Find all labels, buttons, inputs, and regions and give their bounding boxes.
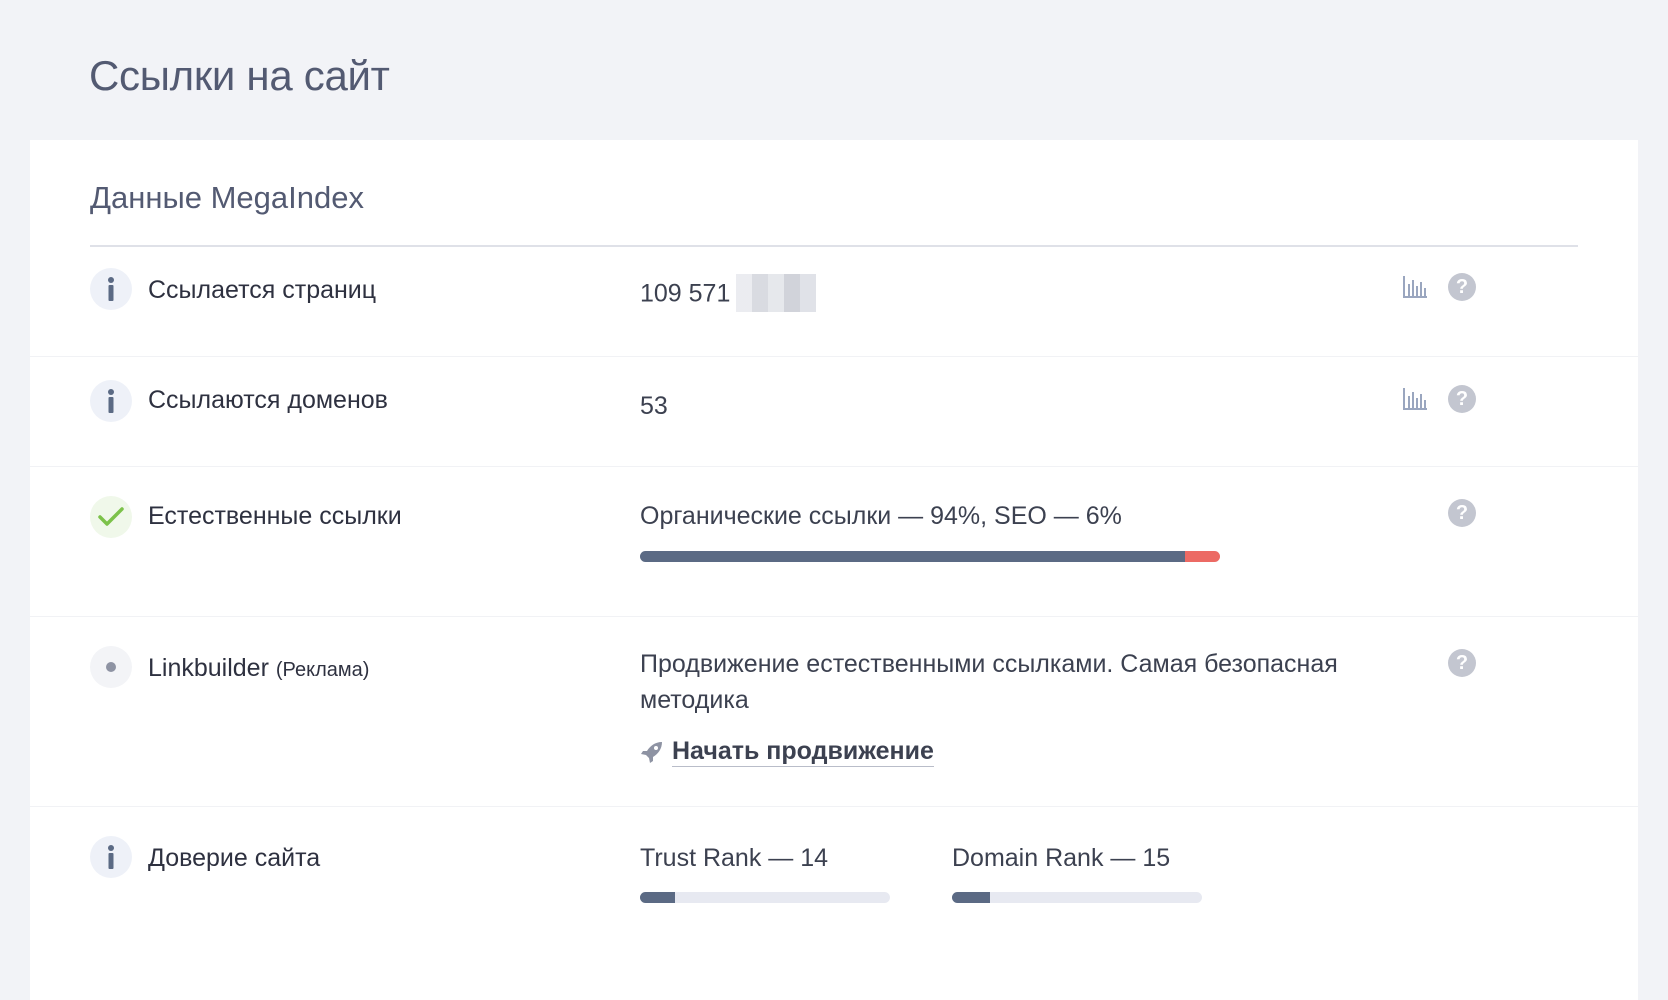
- check-icon: [90, 496, 132, 538]
- megaindex-card: Данные MegaIndex Ссылается страниц 109 5…: [30, 140, 1638, 1000]
- linkbuilder-description: Продвижение естественными ссылками. Сама…: [640, 650, 1338, 714]
- help-icon[interactable]: ?: [1447, 648, 1477, 678]
- trust-rank-label: Trust Rank — 14: [640, 844, 829, 872]
- rocket-icon: [641, 741, 662, 763]
- start-promotion-link[interactable]: Начать продвижение: [640, 736, 934, 767]
- help-icon[interactable]: ?: [1447, 384, 1477, 414]
- start-promotion-text[interactable]: Начать продвижение: [672, 736, 934, 767]
- info-icon: [90, 380, 132, 422]
- trust-rank-bar: [640, 892, 890, 903]
- info-icon: [90, 836, 132, 878]
- row-domains: Ссылаются доменов 53 ?: [30, 356, 1638, 467]
- page-title: Ссылки на сайт: [89, 52, 390, 99]
- domains-count: 53: [640, 392, 668, 420]
- row-label: Ссылаются доменов: [148, 386, 388, 414]
- card-title: Данные MegaIndex: [90, 180, 364, 215]
- row-natural-links: Естественные ссылки Органические ссылки …: [30, 466, 1638, 617]
- dot-icon: [90, 646, 132, 688]
- domain-rank-bar: [952, 892, 1202, 903]
- help-icon[interactable]: ?: [1447, 498, 1477, 528]
- linkbuilder-label: Linkbuilder: [148, 654, 269, 682]
- row-value: 109 571: [640, 274, 817, 312]
- info-icon: [90, 268, 132, 310]
- row-label: Естественные ссылки: [148, 502, 402, 530]
- domain-rank-fill: [952, 892, 990, 903]
- help-icon[interactable]: ?: [1447, 272, 1477, 302]
- row-site-trust: Доверие сайта Trust Rank — 14 Domain Ran…: [30, 806, 1638, 1000]
- row-label: Linkbuilder (Реклама): [148, 654, 369, 683]
- organic-seo-bar: [640, 551, 1220, 562]
- row-label: Доверие сайта: [148, 844, 321, 872]
- row-label: Ссылается страниц: [148, 276, 377, 304]
- trust-rank-fill: [640, 892, 675, 903]
- pages-count: 109 571: [640, 279, 731, 308]
- natural-links-value: Органические ссылки — 94%, SEO — 6%: [640, 502, 1122, 530]
- seo-fill: [1185, 551, 1220, 562]
- domain-rank-label: Domain Rank — 15: [952, 844, 1171, 872]
- organic-fill: [640, 551, 1186, 562]
- bar-chart-icon[interactable]: [1400, 384, 1430, 414]
- row-pages: Ссылается страниц 109 571 ?: [30, 248, 1638, 357]
- bar-chart-icon[interactable]: [1400, 272, 1430, 302]
- ad-sublabel: (Реклама): [275, 659, 370, 681]
- blurred-delta: [736, 274, 817, 312]
- card-divider: [90, 245, 1578, 247]
- row-linkbuilder: Linkbuilder (Реклама) Продвижение естест…: [30, 616, 1638, 807]
